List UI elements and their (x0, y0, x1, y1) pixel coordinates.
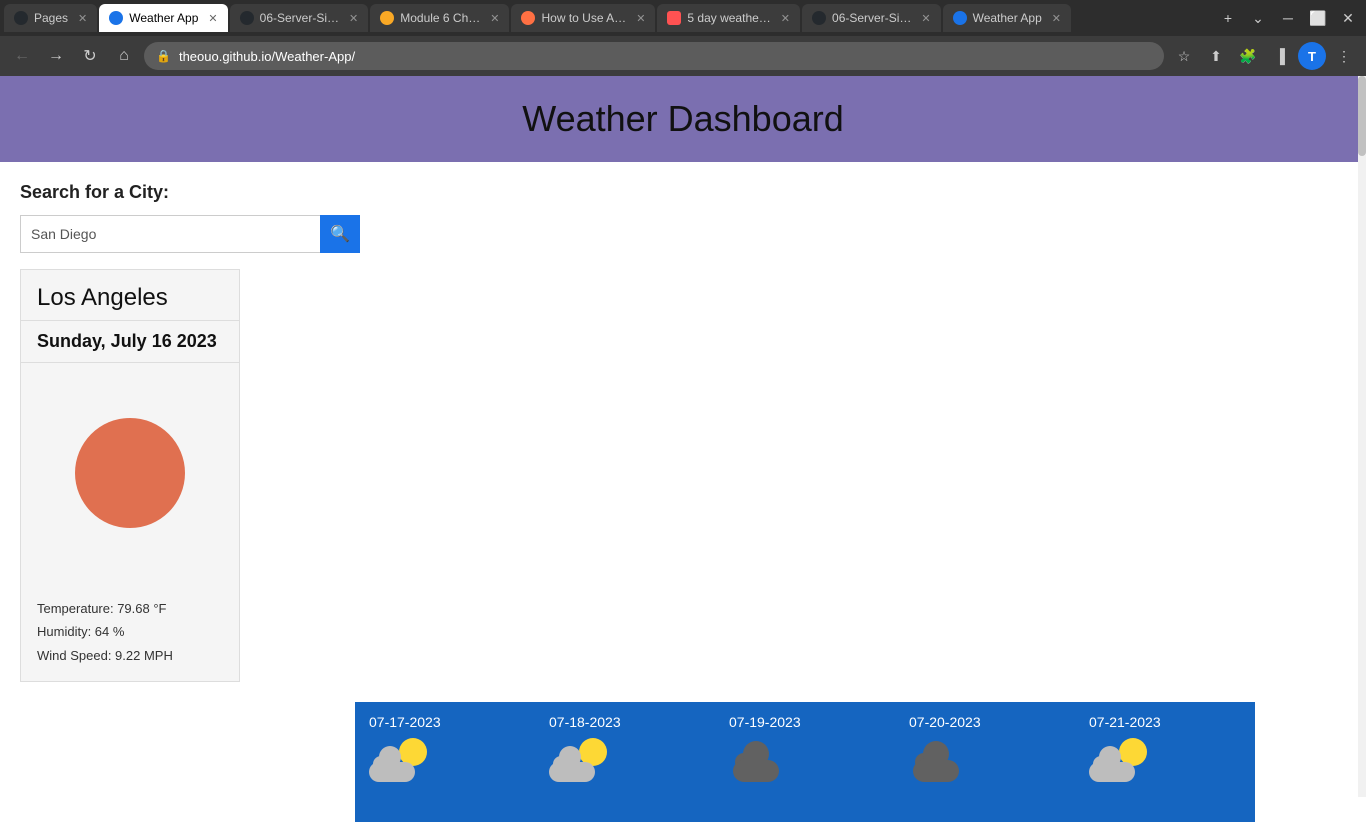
tab-controls: + ⌄ ─ ⬜ ✕ (1214, 4, 1362, 32)
forecast-icon-5 (1089, 738, 1149, 788)
search-button[interactable]: 🔍 (320, 215, 360, 253)
forecast-icon-3 (729, 738, 789, 788)
profile-button[interactable]: T (1298, 42, 1326, 70)
forecast-card-2: 07-18-2023 (535, 702, 715, 822)
sun-icon (75, 418, 185, 528)
tab-close-weather-app[interactable]: ✕ (208, 12, 217, 25)
tab-close-module6[interactable]: ✕ (490, 12, 499, 25)
tab-icon-pages (14, 11, 28, 25)
weather-header: Weather Dashboard (0, 76, 1366, 162)
tab-close-06server-1[interactable]: ✕ (349, 12, 358, 25)
forecast-card-3: 07-19-2023 (715, 702, 895, 822)
forecast-icon-4 (909, 738, 969, 788)
bookmark-star-button[interactable]: ☆ (1170, 42, 1198, 70)
search-label: Search for a City: (20, 182, 360, 203)
tab-icon-5day (667, 11, 681, 25)
sidebar: Search for a City: 🔍 Los Angeles Sunday,… (20, 182, 360, 682)
share-button[interactable]: ⬆ (1202, 42, 1230, 70)
close-window-button[interactable]: ✕ (1334, 4, 1362, 32)
tab-label-06server-2: 06-Server-Si… (832, 11, 911, 25)
forecast-date-1: 07-17-2023 (369, 714, 521, 730)
search-icon: 🔍 (330, 224, 350, 244)
tab-label-module6: Module 6 Ch… (400, 11, 480, 25)
lock-icon: 🔒 (156, 49, 171, 63)
tab-icon-weather-app-2 (953, 11, 967, 25)
page-content: Weather Dashboard Search for a City: 🔍 L… (0, 76, 1366, 822)
cloud-front-icon (369, 762, 415, 782)
tab-icon-06server-1 (240, 11, 254, 25)
profile-initial: T (1308, 49, 1316, 64)
new-tab-button[interactable]: + (1214, 4, 1242, 32)
weather-details: Temperature: 79.68 °F Humidity: 64 % Win… (21, 583, 239, 681)
tab-close-weather-app-2[interactable]: ✕ (1052, 12, 1061, 25)
main-layout: Search for a City: 🔍 Los Angeles Sunday,… (0, 162, 1366, 682)
tab-close-5day[interactable]: ✕ (781, 12, 790, 25)
tab-bar: Pages ✕ Weather App ✕ 06-Server-Si… ✕ Mo… (0, 0, 1366, 36)
tab-label-06server-1: 06-Server-Si… (260, 11, 339, 25)
tab-06server-2[interactable]: 06-Server-Si… ✕ (802, 4, 941, 32)
address-text: theouo.github.io/Weather-App/ (179, 49, 355, 64)
forward-button[interactable]: → (42, 42, 70, 70)
cloud-front-icon-2 (549, 762, 595, 782)
forecast-date-2: 07-18-2023 (549, 714, 701, 730)
tab-module6[interactable]: Module 6 Ch… ✕ (370, 4, 509, 32)
scrollbar-thumb[interactable] (1358, 76, 1366, 156)
current-weather-card: Los Angeles Sunday, July 16 2023 Tempera… (20, 269, 240, 682)
dark-cloud-body (733, 760, 779, 782)
tab-icon-how-to-use (521, 11, 535, 25)
address-bar[interactable]: 🔒 theouo.github.io/Weather-App/ (144, 42, 1164, 70)
tab-icon-weather-app (109, 11, 123, 25)
tab-list-button[interactable]: ⌄ (1244, 4, 1272, 32)
tab-06server-1[interactable]: 06-Server-Si… ✕ (230, 4, 369, 32)
page-title: Weather Dashboard (0, 98, 1366, 140)
tab-how-to-use[interactable]: How to Use A… ✕ (511, 4, 655, 32)
tab-weather-app[interactable]: Weather App ✕ (99, 4, 227, 32)
home-button[interactable]: ⌂ (110, 42, 138, 70)
tab-weather-app-2[interactable]: Weather App ✕ (943, 4, 1071, 32)
tab-close-how-to-use[interactable]: ✕ (636, 12, 645, 25)
nav-bar: ← → ↻ ⌂ 🔒 theouo.github.io/Weather-App/ … (0, 36, 1366, 76)
tab-icon-06server-2 (812, 11, 826, 25)
city-name: Los Angeles (21, 270, 239, 321)
dark-cloud-body-4 (913, 760, 959, 782)
forecast-card-5: 07-21-2023 (1075, 702, 1255, 822)
tab-close-pages[interactable]: ✕ (78, 12, 87, 25)
nav-right-controls: ☆ ⬆ 🧩 ▐ T ⋮ (1170, 42, 1358, 70)
menu-button[interactable]: ⋮ (1330, 42, 1358, 70)
tab-pages[interactable]: Pages ✕ (4, 4, 97, 32)
forecast-icon-2 (549, 738, 609, 788)
tab-label-pages: Pages (34, 11, 68, 25)
forecast-card-4: 07-20-2023 (895, 702, 1075, 822)
tab-close-06server-2[interactable]: ✕ (921, 12, 930, 25)
date-display: Sunday, July 16 2023 (21, 321, 239, 363)
tab-icon-module6 (380, 11, 394, 25)
forecast-card-1: 07-17-2023 (355, 702, 535, 822)
back-button[interactable]: ← (8, 42, 36, 70)
tab-label-weather-app: Weather App (129, 11, 198, 25)
tab-label-5day: 5 day weathe… (687, 11, 770, 25)
humidity-display: Humidity: 64 % (37, 620, 223, 643)
sidebar-button[interactable]: ▐ (1266, 42, 1294, 70)
search-row: 🔍 (20, 215, 360, 253)
forecast-section: 07-17-2023 07-18-2023 (0, 702, 1366, 822)
forecast-date-4: 07-20-2023 (909, 714, 1061, 730)
temperature-display: Temperature: 79.68 °F (37, 597, 223, 620)
search-input[interactable] (20, 215, 320, 253)
forecast-date-3: 07-19-2023 (729, 714, 881, 730)
forecast-date-5: 07-21-2023 (1089, 714, 1241, 730)
tab-label-weather-app-2: Weather App (973, 11, 1042, 25)
tab-label-how-to-use: How to Use A… (541, 11, 626, 25)
cloud-front-icon-5 (1089, 762, 1135, 782)
extensions-button[interactable]: 🧩 (1234, 42, 1262, 70)
minimize-button[interactable]: ─ (1274, 4, 1302, 32)
wind-speed-display: Wind Speed: 9.22 MPH (37, 644, 223, 667)
reload-button[interactable]: ↻ (76, 42, 104, 70)
weather-icon-area (21, 363, 239, 583)
maximize-button[interactable]: ⬜ (1304, 4, 1332, 32)
forecast-icon-1 (369, 738, 429, 788)
scrollbar[interactable] (1358, 76, 1366, 797)
tab-5day[interactable]: 5 day weathe… ✕ (657, 4, 800, 32)
